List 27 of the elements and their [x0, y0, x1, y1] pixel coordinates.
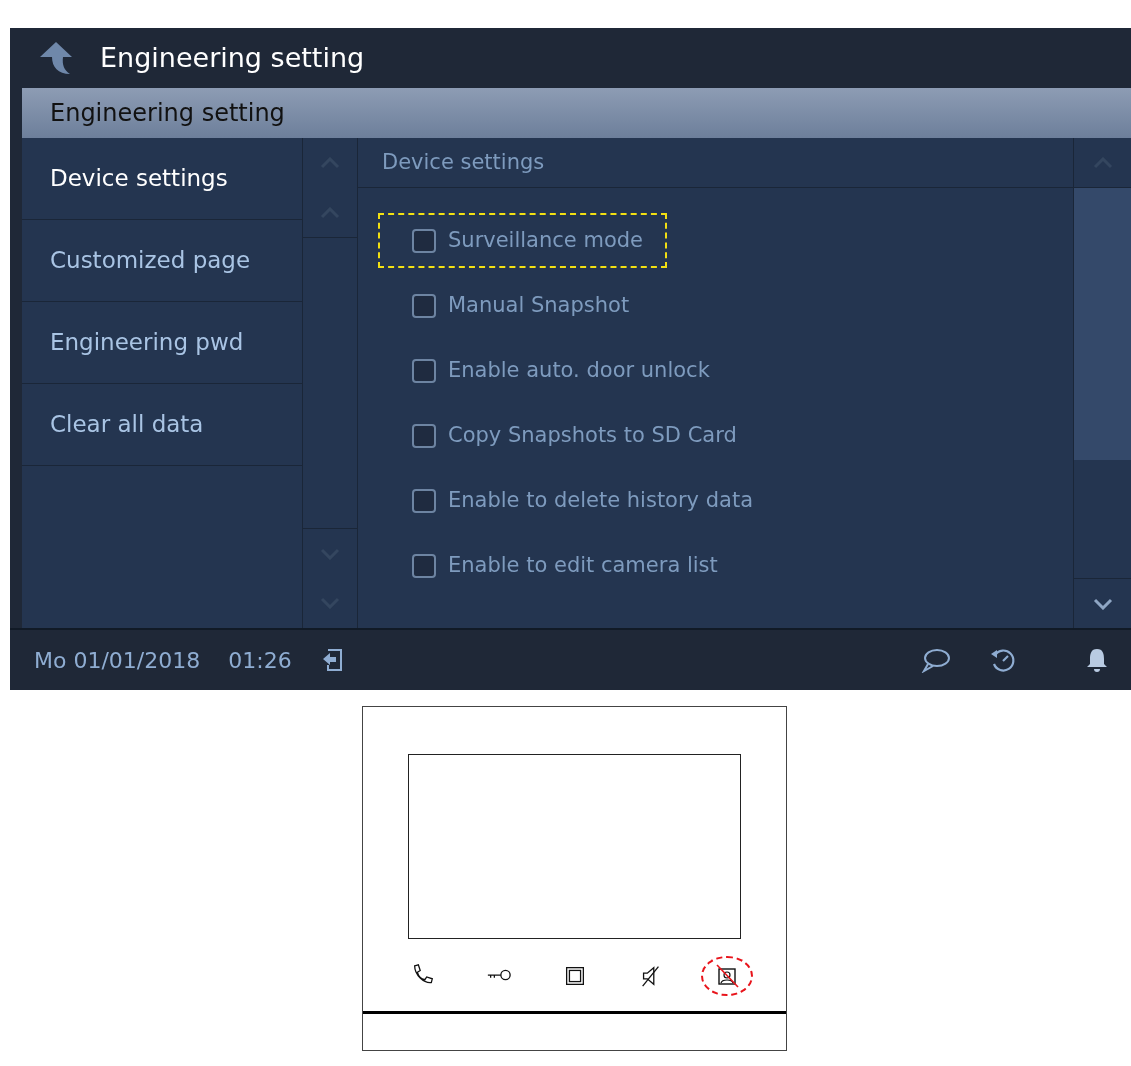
sidebar-item[interactable]: Device settings [22, 138, 302, 220]
checkbox[interactable] [412, 358, 436, 383]
sidebar-item[interactable]: Customized page [22, 220, 302, 302]
back-arrow-icon[interactable] [38, 41, 74, 75]
option-label: Copy Snapshots to SD Card [448, 421, 737, 449]
message-icon[interactable] [921, 647, 951, 673]
option-label: Manual Snapshot [448, 291, 630, 319]
history-icon[interactable] [989, 646, 1017, 674]
checkbox[interactable] [412, 293, 436, 318]
checkbox[interactable] [412, 423, 436, 448]
section-title: Engineering setting [50, 98, 285, 129]
bell-icon[interactable] [1085, 646, 1109, 674]
checkbox[interactable] [412, 228, 436, 253]
option-label: Surveillance mode [448, 226, 643, 254]
option-label: Enable auto. door unlock [448, 356, 710, 384]
scroll-down-icon[interactable] [1092, 597, 1113, 610]
date-text: Mo 01/01/2018 [34, 646, 201, 675]
option-label: Enable to edit camera list [448, 551, 718, 579]
sidebar-item[interactable]: Engineering pwd [22, 302, 302, 384]
sidebar-item[interactable]: Clear all data [22, 384, 302, 466]
scrollbar-thumb[interactable] [1074, 188, 1131, 460]
checkbox[interactable] [412, 488, 436, 513]
time-text: 01:26 [228, 646, 292, 675]
checkbox[interactable] [412, 553, 436, 578]
option-label: Enable to delete history data [448, 486, 753, 514]
panel-heading: Device settings [358, 138, 1073, 188]
window-title: Engineering setting [100, 40, 365, 75]
